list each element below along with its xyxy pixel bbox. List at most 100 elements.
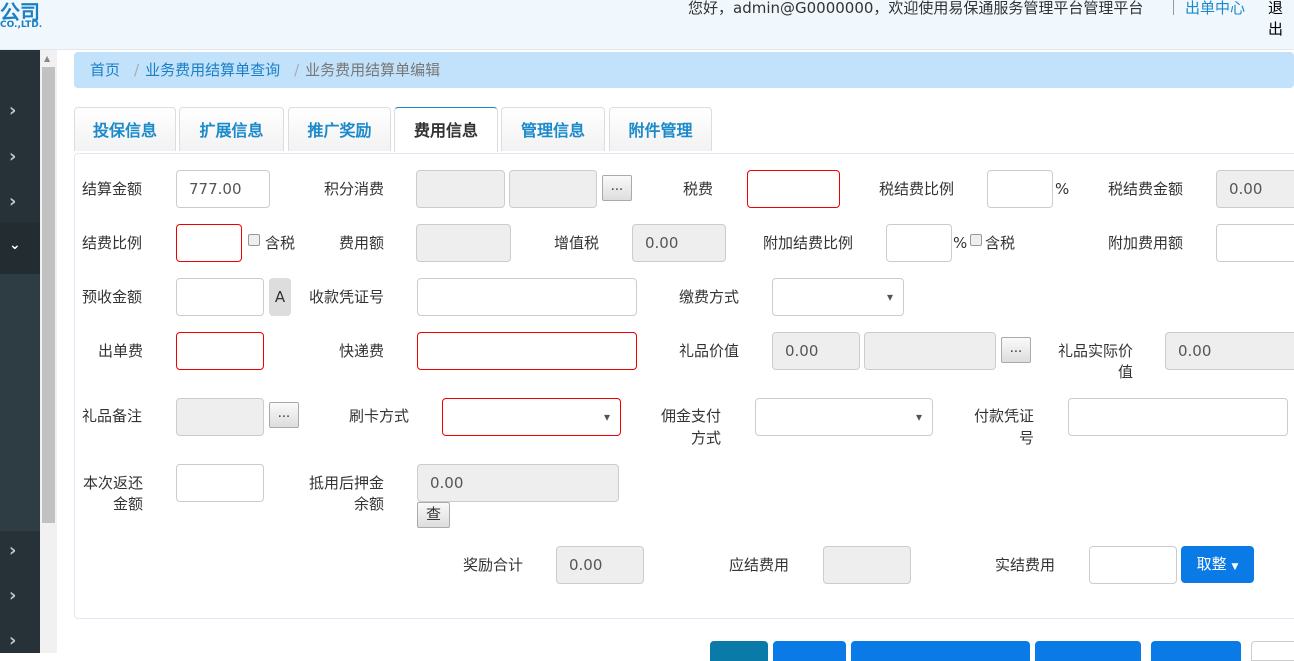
label-commission-method: 佣金支付	[660, 407, 721, 425]
label-card-method: 刷卡方式	[348, 407, 409, 425]
scrollbar-thumb[interactable]	[42, 67, 55, 523]
chevron-right-icon[interactable]: ›	[9, 148, 23, 166]
points-name-input[interactable]	[509, 170, 597, 208]
tab-fee-info[interactable]: 费用信息	[394, 107, 498, 152]
settle-amount-input[interactable]: 777.00	[176, 170, 270, 208]
label-gift-note: 礼品备注	[82, 407, 143, 425]
label-fee-amount: 费用额	[338, 234, 384, 252]
label-receipt-no: 收款凭证号	[308, 288, 384, 306]
label-extra-amount: 附加费用额	[1107, 234, 1183, 252]
gift-value-input[interactable]: 0.00	[772, 332, 860, 370]
fee-ratio-input[interactable]	[176, 224, 242, 262]
label-express-fee: 快递费	[338, 342, 384, 360]
logout-link[interactable]: 退出	[1268, 0, 1294, 39]
gift-name-input[interactable]	[864, 332, 996, 370]
action-button[interactable]	[1035, 641, 1141, 661]
commission-method-select[interactable]	[755, 398, 933, 436]
sidebar-submenu	[0, 274, 40, 531]
prepaid-input[interactable]	[176, 278, 264, 316]
gift-note-button[interactable]: ...	[269, 402, 299, 428]
label-actual-fee: 实结费用	[994, 556, 1055, 574]
chevron-right-icon[interactable]: ›	[9, 102, 23, 120]
action-button[interactable]	[1251, 641, 1294, 661]
label-prepaid: 预收金额	[82, 288, 143, 306]
label-extra-ratio: 附加结费比例	[762, 234, 853, 252]
chevron-right-icon[interactable]: ›	[9, 632, 23, 650]
return-amount-input[interactable]	[176, 464, 264, 502]
extra-ratio-input[interactable]	[886, 224, 952, 262]
label-tax-ratio: 税结费比例	[878, 180, 954, 198]
round-dropdown-button[interactable]: 取整 ▼	[1181, 546, 1254, 583]
chevron-down-icon[interactable]: ⌄	[9, 238, 23, 252]
breadcrumb-query[interactable]: 业务费用结算单查询	[145, 61, 280, 79]
breadcrumb-home[interactable]: 首页	[90, 61, 120, 79]
label-settle-amount: 结算金额	[82, 180, 143, 198]
order-center-link[interactable]: 出单中心	[1185, 0, 1245, 18]
gift-note-input[interactable]	[176, 398, 264, 436]
extra-tax-included-label: 含税	[985, 234, 1016, 252]
points-select-button[interactable]: ...	[602, 175, 632, 201]
payment-no-input[interactable]	[1068, 398, 1288, 436]
header: 公司 CO.,LTD. 您好，admin@G0000000，欢迎使用易保通服务管…	[0, 0, 1294, 50]
breadcrumb: 首页 / 业务费用结算单查询 / 业务费用结算单编辑	[74, 52, 1294, 88]
action-button[interactable]	[773, 641, 846, 661]
label-points: 积分消费	[323, 180, 384, 198]
action-button[interactable]	[710, 641, 768, 661]
greeting-text: 您好，admin@G0000000，欢迎使用易保通服务管理平台管理平台	[688, 0, 1144, 17]
tab-management-info[interactable]: 管理信息	[501, 107, 605, 151]
card-method-select[interactable]	[442, 398, 621, 436]
gift-actual-input[interactable]: 0.00	[1165, 332, 1294, 370]
label-issue-fee: 出单费	[97, 342, 143, 360]
label-deposit-balance: 抵用后押金	[308, 474, 384, 492]
label-due-fee: 应结费用	[728, 556, 789, 574]
label-payment-no: 付款凭证	[973, 407, 1034, 425]
label-return-amount-2: 金额	[112, 495, 143, 513]
fee-amount-input[interactable]	[416, 224, 511, 262]
label-vat: 增值税	[553, 234, 599, 252]
tab-attachments[interactable]: 附件管理	[609, 107, 712, 151]
label-gift-actual-2: 值	[1117, 363, 1133, 381]
due-fee-input[interactable]	[823, 546, 911, 584]
label-fee-ratio: 结费比例	[82, 234, 143, 252]
breadcrumb-current: 业务费用结算单编辑	[305, 61, 441, 79]
label-gift-value: 礼品价值	[678, 342, 739, 360]
caret-down-icon: ▼	[1231, 562, 1239, 572]
extra-amount-input[interactable]	[1216, 224, 1294, 262]
receipt-no-input[interactable]	[417, 278, 637, 316]
label-gift-actual: 礼品实际价	[1057, 342, 1133, 360]
tax-amount-input[interactable]: 0.00	[1216, 170, 1294, 208]
label-commission-method-2: 方式	[690, 429, 721, 447]
label-tax-amount: 税结费金额	[1107, 180, 1183, 198]
tax-ratio-input[interactable]	[987, 170, 1053, 208]
tab-promotion-reward[interactable]: 推广奖励	[288, 107, 391, 151]
points-input[interactable]	[416, 170, 505, 208]
chevron-right-icon[interactable]: ›	[9, 587, 23, 605]
express-fee-input[interactable]	[417, 332, 637, 370]
issue-fee-input[interactable]	[176, 332, 264, 370]
deposit-query-button[interactable]: 查	[417, 502, 450, 528]
tax-fee-input[interactable]	[747, 170, 840, 208]
tab-extended-info[interactable]: 扩展信息	[179, 107, 284, 151]
chevron-right-icon[interactable]: ›	[9, 193, 23, 211]
tax-included-checkbox[interactable]	[248, 234, 260, 246]
label-deposit-balance-2: 余额	[353, 495, 384, 513]
round-label: 取整	[1196, 555, 1227, 573]
logo-subtitle: CO.,LTD.	[0, 20, 43, 30]
vat-input[interactable]: 0.00	[632, 224, 726, 262]
extra-tax-included-checkbox[interactable]	[970, 234, 982, 246]
action-button[interactable]	[1151, 641, 1241, 661]
deposit-balance-input[interactable]: 0.00	[417, 464, 619, 502]
percent-unit: %	[953, 234, 968, 252]
tab-insurance-info[interactable]: 投保信息	[74, 107, 176, 151]
chevron-right-icon[interactable]: ›	[9, 542, 23, 560]
action-button[interactable]	[851, 641, 1030, 661]
label-return-amount: 本次返还	[82, 474, 143, 492]
reward-total-input[interactable]: 0.00	[556, 546, 644, 584]
gift-select-button[interactable]: ...	[1001, 337, 1031, 363]
divider	[1173, 0, 1174, 15]
pay-method-select[interactable]	[772, 278, 904, 316]
actual-fee-input[interactable]	[1089, 546, 1177, 584]
label-tax-fee: 税费	[682, 180, 713, 198]
label-reward-total: 奖励合计	[462, 556, 523, 574]
label-pay-method: 缴费方式	[678, 288, 739, 306]
